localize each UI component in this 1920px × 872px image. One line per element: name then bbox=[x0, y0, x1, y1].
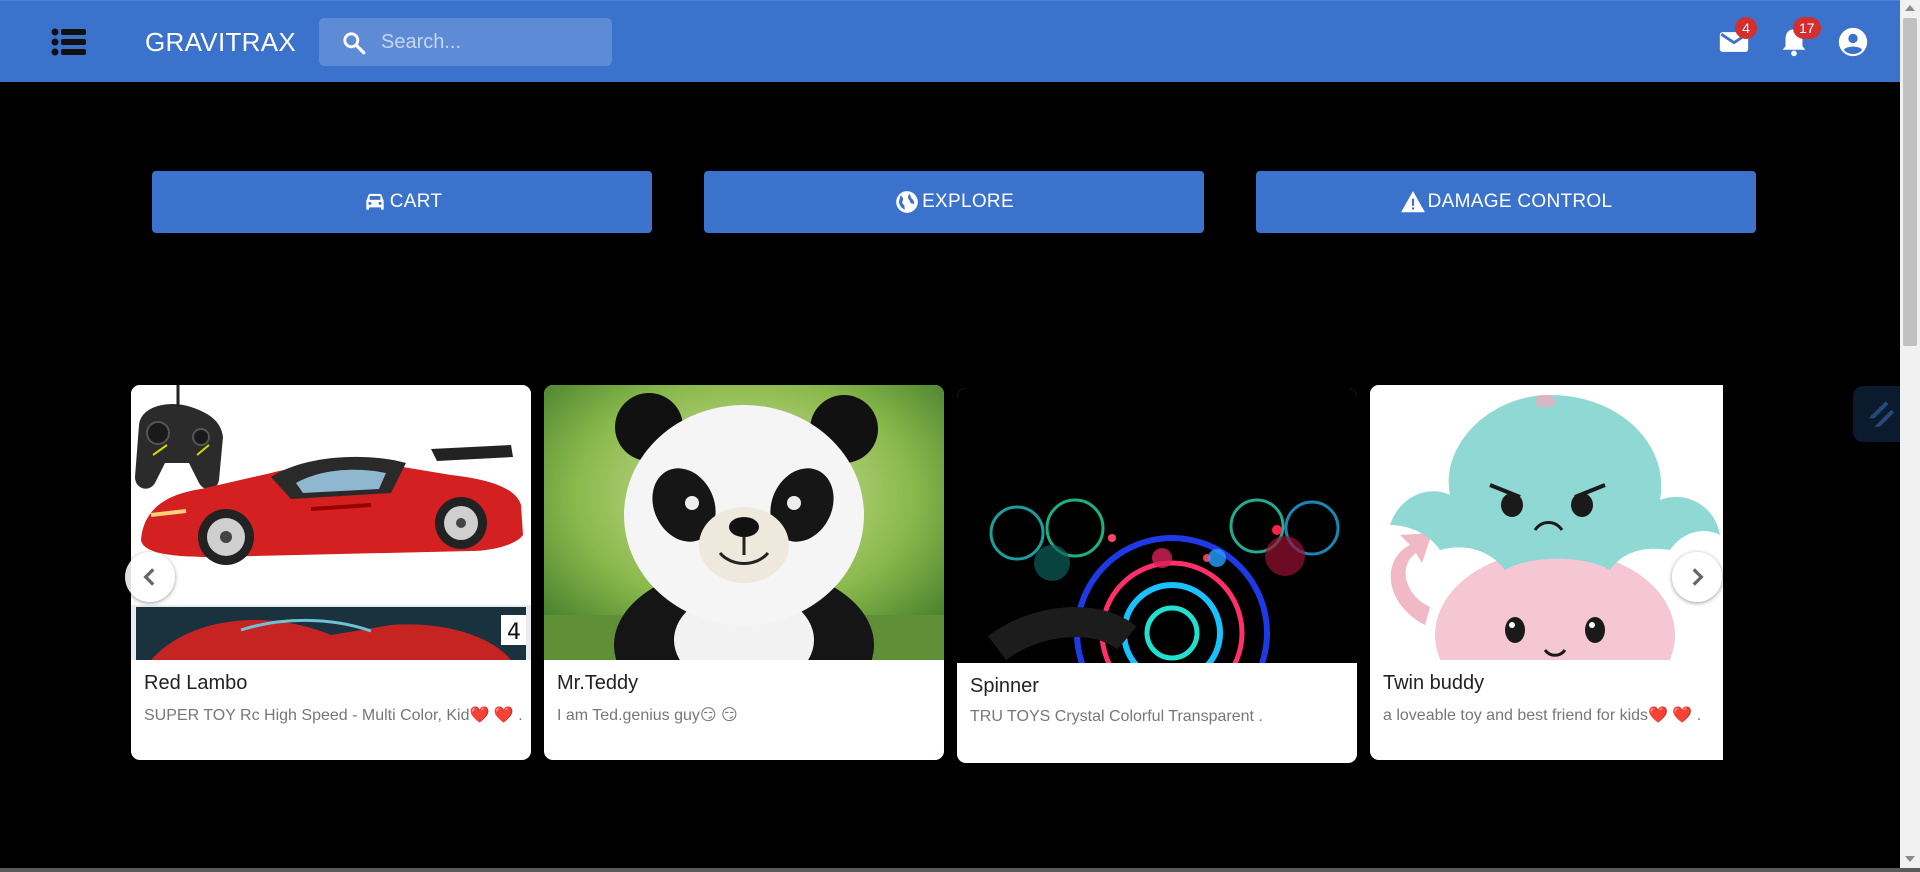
product-card[interactable]: Spinner TRU TOYS Crystal Colorful Transp… bbox=[957, 388, 1357, 763]
search-input[interactable] bbox=[379, 24, 603, 60]
product-description: TRU TOYS Crystal Colorful Transparent . bbox=[970, 708, 1263, 725]
brand-title[interactable]: GRAVITRAX bbox=[145, 27, 296, 58]
cart-label: CART bbox=[389, 191, 443, 212]
scrollbar-thumb[interactable] bbox=[1903, 18, 1917, 346]
top-app-bar: GRAVITRAX 4 17 bbox=[0, 0, 1900, 82]
product-title: Spinner bbox=[970, 675, 1039, 697]
slash-logo-icon bbox=[1868, 401, 1895, 427]
product-image-twin-buddy bbox=[1370, 385, 1723, 660]
product-image-spinner bbox=[957, 388, 1357, 663]
window-bottom-edge bbox=[0, 868, 1920, 872]
product-description: SUPER TOY Rc High Speed - Multi Color, K… bbox=[144, 707, 523, 724]
cart-button[interactable]: CART bbox=[152, 171, 652, 233]
product-title: Twin buddy bbox=[1383, 672, 1485, 694]
side-extension-widget[interactable] bbox=[1853, 386, 1907, 442]
product-carousel: 4 Red Lambo SUPER TOY Rc High Speed - Mu… bbox=[131, 385, 1723, 765]
product-card[interactable]: Twin buddy a loveable toy and best frien… bbox=[1370, 385, 1723, 760]
product-description: I am Ted.genius guy😏 😏 bbox=[557, 707, 738, 724]
product-description: a loveable toy and best friend for kids❤… bbox=[1383, 707, 1702, 724]
product-image-mr-teddy bbox=[544, 385, 944, 660]
mail-count-badge: 4 bbox=[1735, 17, 1757, 39]
product-image-red-lambo: 4 bbox=[131, 385, 531, 660]
carousel-next-button[interactable] bbox=[1672, 552, 1722, 602]
mail-button[interactable]: 4 bbox=[1717, 17, 1757, 59]
list-menu-icon[interactable] bbox=[50, 25, 88, 59]
notification-count-badge: 17 bbox=[1793, 17, 1821, 39]
page-scrollbar[interactable] bbox=[1900, 0, 1920, 868]
chevron-left-icon bbox=[143, 568, 155, 586]
account-icon bbox=[1838, 27, 1868, 57]
damage-control-button[interactable]: DAMAGE CONTROL bbox=[1256, 171, 1756, 233]
warning-icon bbox=[1400, 191, 1425, 213]
account-button[interactable] bbox=[1836, 25, 1870, 59]
globe-icon bbox=[896, 191, 918, 213]
product-title: Red Lambo bbox=[144, 672, 248, 694]
search-icon bbox=[343, 32, 366, 55]
product-title: Mr.Teddy bbox=[557, 672, 639, 694]
car-icon bbox=[366, 193, 384, 210]
product-card[interactable]: 4 Red Lambo SUPER TOY Rc High Speed - Mu… bbox=[131, 385, 531, 760]
damage-control-label: DAMAGE CONTROL bbox=[1427, 191, 1613, 212]
explore-label: EXPLORE bbox=[922, 191, 1014, 212]
carousel-prev-button[interactable] bbox=[125, 552, 175, 602]
svg-text:4: 4 bbox=[507, 620, 521, 645]
scroll-down-arrow-icon[interactable] bbox=[1905, 856, 1915, 862]
explore-button[interactable]: EXPLORE bbox=[704, 171, 1204, 233]
scroll-up-arrow-icon[interactable] bbox=[1905, 5, 1915, 11]
search-box[interactable] bbox=[319, 18, 612, 66]
chevron-right-icon bbox=[1692, 568, 1704, 586]
product-card[interactable]: Mr.Teddy I am Ted.genius guy😏 😏 bbox=[544, 385, 944, 760]
notifications-button[interactable]: 17 bbox=[1777, 17, 1821, 59]
